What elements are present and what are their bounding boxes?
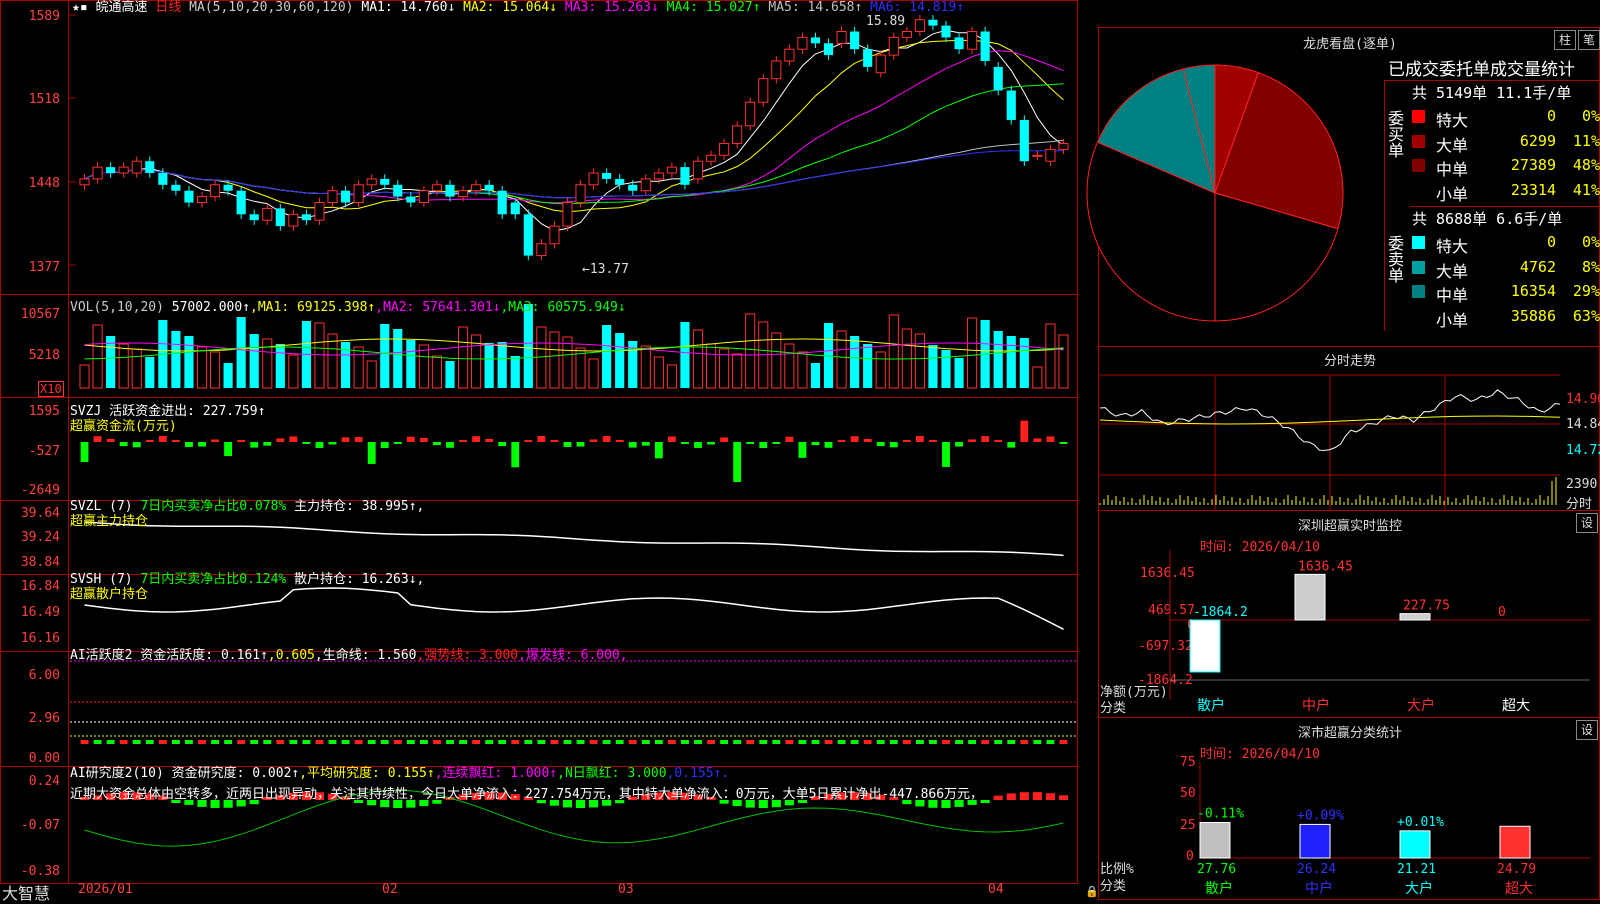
- monitor-bar: [1399, 613, 1431, 621]
- monitor-category-label: 散户: [1197, 697, 1225, 714]
- class-bar: [1499, 825, 1531, 859]
- monitor-value-label: 0: [1498, 605, 1506, 620]
- monitor-category-label: 中户: [1302, 697, 1330, 714]
- monitor-value-label: 227.75: [1403, 599, 1450, 614]
- monitor-category-label: 超大: [1502, 698, 1530, 714]
- class-category-label: 中户: [1305, 880, 1333, 897]
- monitor-bar: [1189, 619, 1221, 673]
- class-value-label: 27.76: [1197, 862, 1236, 877]
- class-bar: [1199, 821, 1231, 859]
- monitor-category-label: 大户: [1407, 697, 1435, 714]
- class-category-label: 超大: [1505, 881, 1533, 897]
- class-value-label: 21.21: [1397, 862, 1436, 877]
- class-category-label: 大户: [1405, 880, 1433, 897]
- monitor-value-label: 1636.45: [1298, 559, 1353, 574]
- class-change-label: +0.01%: [1397, 815, 1444, 830]
- right-charts-canvas: -1864.2 散户 1636.45 中户 227.75 大户 0 超大 -0.11% 27.76…: [1086, 64, 1590, 897]
- class-value-label: 24.79: [1497, 862, 1536, 877]
- monitor-bar: [1294, 573, 1326, 621]
- class-value-label: 26.24: [1297, 862, 1336, 877]
- monitor-value-label: -1864.2: [1193, 605, 1248, 620]
- class-bar: [1299, 823, 1331, 859]
- class-category-label: 散户: [1205, 880, 1233, 897]
- class-change-label: -0.11%: [1197, 806, 1244, 821]
- class-bar: [1399, 830, 1431, 859]
- class-change-label: +0.09%: [1297, 808, 1344, 823]
